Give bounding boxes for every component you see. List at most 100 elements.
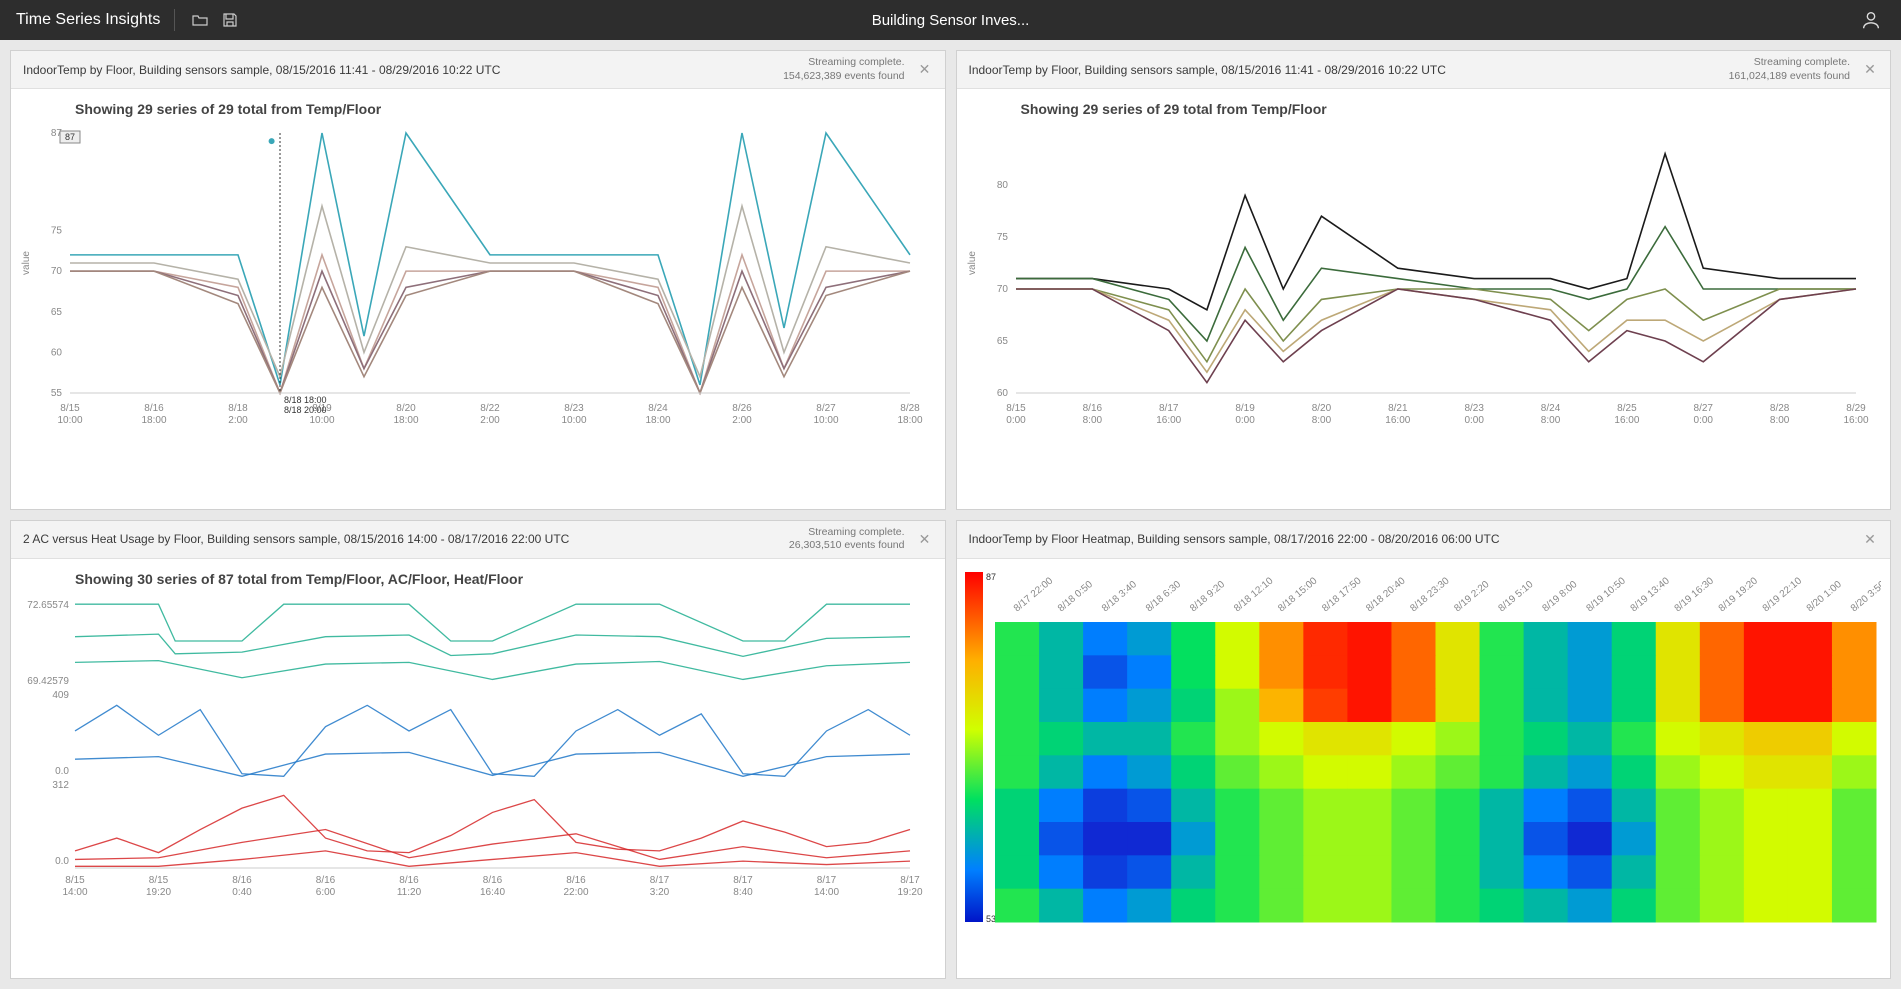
svg-text:2:00: 2:00 xyxy=(480,415,500,426)
svg-text:8/29: 8/29 xyxy=(1846,403,1866,414)
svg-text:8/18 9:20: 8/18 9:20 xyxy=(1188,578,1227,614)
svg-text:0:00: 0:00 xyxy=(1464,415,1484,426)
svg-text:8/16: 8/16 xyxy=(232,875,252,886)
svg-text:8/19 19:20: 8/19 19:20 xyxy=(1716,575,1760,614)
open-icon[interactable] xyxy=(189,9,211,31)
status-events: 161,024,189 events found xyxy=(1729,70,1850,83)
close-icon[interactable]: ✕ xyxy=(917,62,933,78)
svg-text:8/19 22:10: 8/19 22:10 xyxy=(1760,575,1804,614)
svg-text:312: 312 xyxy=(52,780,69,791)
panel-title: IndoorTemp by Floor Heatmap, Building se… xyxy=(969,532,1500,546)
svg-text:10:00: 10:00 xyxy=(57,415,82,426)
svg-text:8/19 2:20: 8/19 2:20 xyxy=(1452,578,1491,614)
svg-text:0.0: 0.0 xyxy=(55,856,69,867)
panel-status: Streaming complete. 161,024,189 events f… xyxy=(1729,56,1850,82)
save-icon[interactable] xyxy=(219,9,241,31)
svg-text:8/20 3:50: 8/20 3:50 xyxy=(1848,578,1880,614)
svg-text:8/18 18:00: 8/18 18:00 xyxy=(284,395,327,405)
svg-text:8/15: 8/15 xyxy=(65,875,85,886)
panel-status: Streaming complete. 26,303,510 events fo… xyxy=(789,526,905,552)
svg-text:60: 60 xyxy=(51,347,63,358)
svg-text:72.65574: 72.65574 xyxy=(27,600,69,611)
svg-text:19:20: 19:20 xyxy=(146,887,171,898)
panel-title: IndoorTemp by Floor, Building sensors sa… xyxy=(969,63,1446,77)
svg-text:70: 70 xyxy=(996,284,1008,295)
svg-text:8/16: 8/16 xyxy=(566,875,586,886)
svg-text:0:40: 0:40 xyxy=(232,887,252,898)
svg-text:8/20 1:00: 8/20 1:00 xyxy=(1804,578,1843,614)
svg-text:8/15: 8/15 xyxy=(149,875,169,886)
svg-text:8/24: 8/24 xyxy=(648,403,668,414)
svg-text:8/18 6:30: 8/18 6:30 xyxy=(1144,578,1183,614)
svg-text:55: 55 xyxy=(51,388,63,399)
panel-header: 2 AC versus Heat Usage by Floor, Buildin… xyxy=(11,521,945,559)
status-events: 26,303,510 events found xyxy=(789,539,905,552)
svg-text:10:00: 10:00 xyxy=(813,415,838,426)
document-title: Building Sensor Inves... xyxy=(872,12,1030,29)
svg-text:8/24: 8/24 xyxy=(1540,403,1560,414)
titlebar-divider xyxy=(174,9,175,31)
svg-text:8/18 23:30: 8/18 23:30 xyxy=(1408,575,1452,614)
svg-text:8/18 3:40: 8/18 3:40 xyxy=(1099,578,1138,614)
svg-text:value: value xyxy=(967,251,978,275)
titlebar: Time Series Insights Building Sensor Inv… xyxy=(0,0,1901,40)
svg-text:0:00: 0:00 xyxy=(1235,415,1255,426)
svg-text:3:20: 3:20 xyxy=(650,887,670,898)
svg-text:2:00: 2:00 xyxy=(732,415,752,426)
svg-text:8/19: 8/19 xyxy=(1235,403,1255,414)
svg-text:69.42579: 69.42579 xyxy=(27,676,69,687)
svg-text:22:00: 22:00 xyxy=(563,887,588,898)
svg-text:75: 75 xyxy=(996,232,1008,243)
line-chart-1[interactable]: 556065707587value8/1510:008/1618:008/182… xyxy=(15,123,925,433)
multi-band-chart[interactable]: 8/1514:008/1519:208/160:408/166:008/1611… xyxy=(15,593,925,903)
chart-series-summary: Showing 29 series of 29 total from Temp/… xyxy=(1021,101,1883,117)
svg-text:8:00: 8:00 xyxy=(1540,415,1560,426)
chart-series-summary: Showing 29 series of 29 total from Temp/… xyxy=(75,101,937,117)
svg-text:6:00: 6:00 xyxy=(316,887,336,898)
svg-text:8/16: 8/16 xyxy=(144,403,164,414)
dashboard-grid: IndoorTemp by Floor, Building sensors sa… xyxy=(0,40,1901,989)
svg-text:16:00: 16:00 xyxy=(1156,415,1181,426)
panel-header: IndoorTemp by Floor Heatmap, Building se… xyxy=(957,521,1891,559)
svg-text:8/25: 8/25 xyxy=(1617,403,1637,414)
heatmap-chart[interactable]: 87538/17 22:008/18 0:508/18 3:408/18 6:3… xyxy=(961,567,1881,927)
close-icon[interactable]: ✕ xyxy=(917,531,933,547)
user-icon[interactable] xyxy=(1857,6,1885,34)
svg-text:10:00: 10:00 xyxy=(561,415,586,426)
svg-text:8/18 17:50: 8/18 17:50 xyxy=(1320,575,1364,614)
close-icon[interactable]: ✕ xyxy=(1862,531,1878,547)
status-line: Streaming complete. xyxy=(789,526,905,539)
svg-text:87: 87 xyxy=(65,132,75,142)
svg-text:8/17 22:00: 8/17 22:00 xyxy=(1011,575,1055,614)
panel-heatmap: IndoorTemp by Floor Heatmap, Building se… xyxy=(956,520,1892,980)
svg-text:8/19 5:10: 8/19 5:10 xyxy=(1496,578,1535,614)
svg-text:8/19 16:30: 8/19 16:30 xyxy=(1672,575,1716,614)
svg-text:8:40: 8:40 xyxy=(733,887,753,898)
svg-text:8/21: 8/21 xyxy=(1388,403,1408,414)
line-chart-2[interactable]: 6065707580value8/150:008/168:008/1716:00… xyxy=(961,123,1871,433)
svg-text:8/17: 8/17 xyxy=(733,875,753,886)
svg-text:16:00: 16:00 xyxy=(1614,415,1639,426)
svg-text:18:00: 18:00 xyxy=(897,415,922,426)
panel-title: IndoorTemp by Floor, Building sensors sa… xyxy=(23,63,500,77)
app-name: Time Series Insights xyxy=(16,11,160,29)
svg-text:18:00: 18:00 xyxy=(141,415,166,426)
svg-text:value: value xyxy=(21,251,32,275)
svg-text:8/16: 8/16 xyxy=(316,875,336,886)
svg-text:0:00: 0:00 xyxy=(1693,415,1713,426)
svg-text:8/28: 8/28 xyxy=(1769,403,1789,414)
svg-text:8/27: 8/27 xyxy=(1693,403,1713,414)
panel-header: IndoorTemp by Floor, Building sensors sa… xyxy=(957,51,1891,89)
svg-text:8/18: 8/18 xyxy=(228,403,248,414)
status-events: 154,623,389 events found xyxy=(783,70,904,83)
svg-text:8:00: 8:00 xyxy=(1311,415,1331,426)
svg-text:87: 87 xyxy=(986,572,996,582)
svg-text:8/17: 8/17 xyxy=(817,875,837,886)
svg-text:0:00: 0:00 xyxy=(1006,415,1026,426)
svg-text:53: 53 xyxy=(986,914,996,924)
svg-text:8/19 8:00: 8/19 8:00 xyxy=(1540,578,1579,614)
svg-text:8/17: 8/17 xyxy=(650,875,670,886)
svg-text:8/18 20:40: 8/18 20:40 xyxy=(1364,575,1408,614)
svg-text:14:00: 14:00 xyxy=(62,887,87,898)
close-icon[interactable]: ✕ xyxy=(1862,62,1878,78)
